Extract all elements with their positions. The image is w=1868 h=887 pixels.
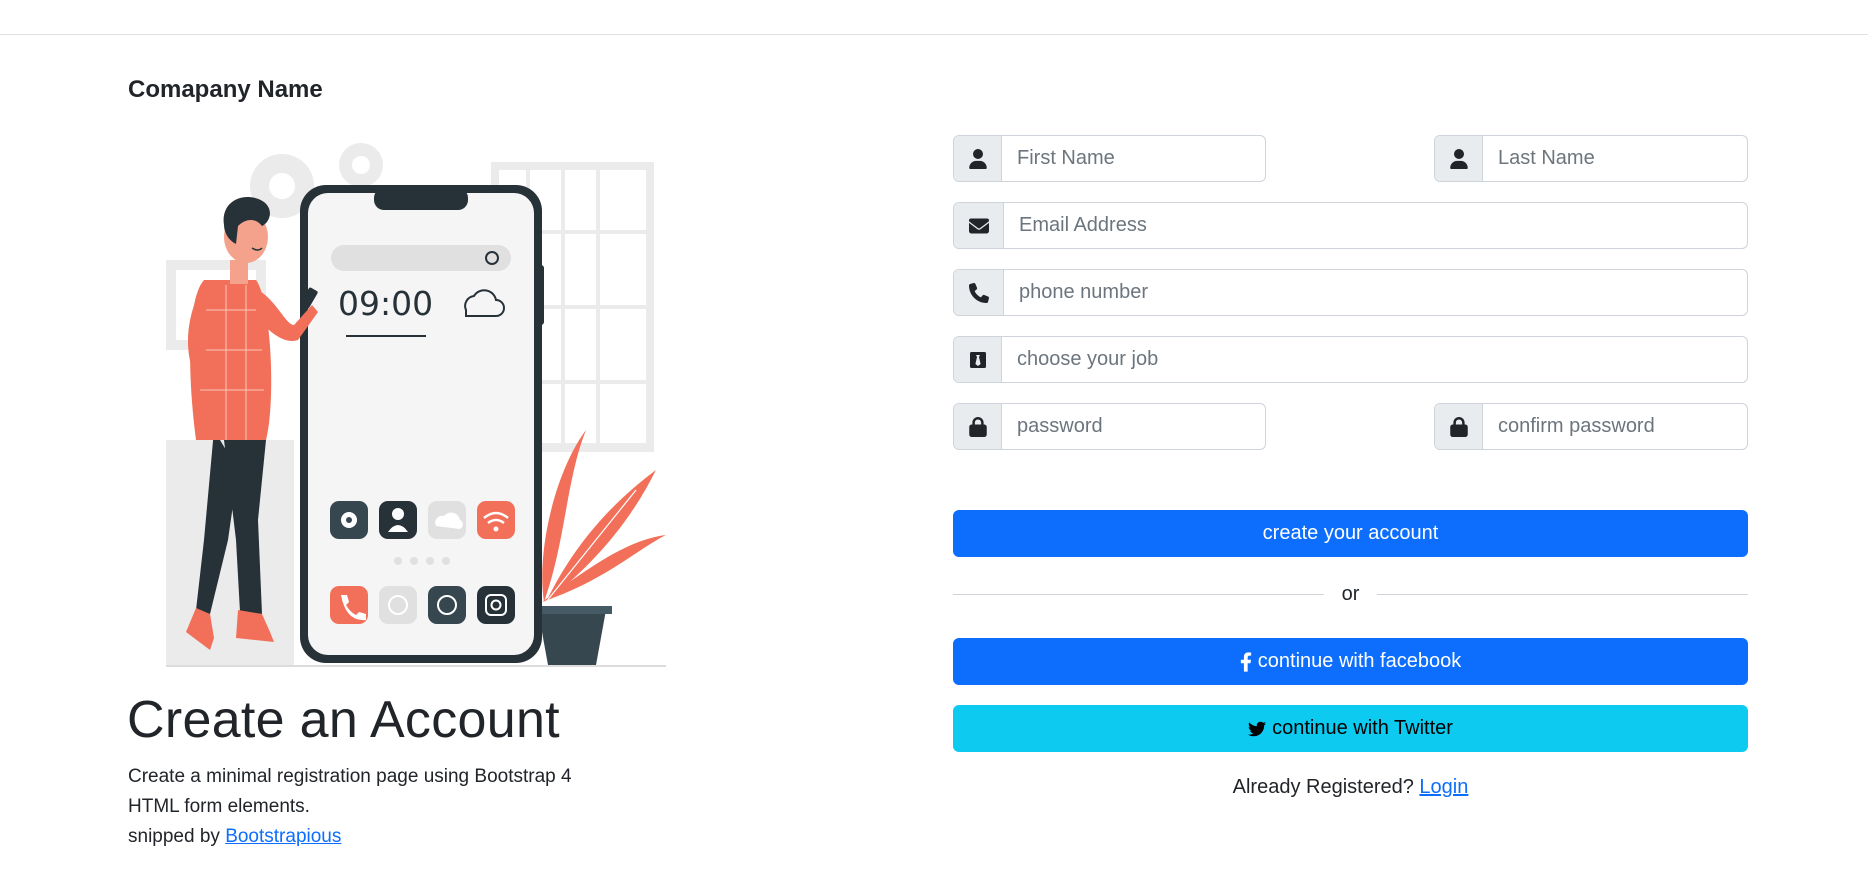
phone-clock: 09:00 <box>338 284 433 323</box>
facebook-button[interactable]: continue with facebook <box>953 638 1748 685</box>
intro-description: Create a minimal registration page using… <box>128 762 648 852</box>
phone-group <box>953 269 1748 316</box>
twitter-label: continue with Twitter <box>1272 717 1453 739</box>
first-name-input[interactable] <box>1002 136 1265 181</box>
or-divider: or <box>953 582 1749 605</box>
user-icon <box>954 136 1002 181</box>
author-link[interactable]: Bootstrapious <box>225 826 341 847</box>
user-icon <box>1435 136 1483 181</box>
twitter-icon <box>1248 721 1267 736</box>
last-name-group <box>1434 135 1748 182</box>
lock-icon <box>954 404 1002 449</box>
password-group <box>953 403 1266 450</box>
facebook-label: continue with facebook <box>1257 650 1462 672</box>
create-account-label: create your account <box>1262 522 1439 544</box>
email-input[interactable] <box>1004 203 1747 248</box>
confirm-password-group <box>1434 403 1748 450</box>
email-group <box>953 202 1748 249</box>
tie-icon <box>954 337 1002 382</box>
company-name[interactable]: Comapany Name <box>128 76 323 104</box>
or-text: or <box>1341 582 1360 605</box>
facebook-icon <box>1240 651 1251 672</box>
job-group <box>953 336 1748 383</box>
password-input[interactable] <box>1002 404 1265 449</box>
envelope-icon <box>954 203 1004 248</box>
lock-icon <box>1435 404 1483 449</box>
phone-icon <box>954 270 1004 315</box>
description-line-2: HTML form elements. <box>128 796 310 817</box>
divider-line-right <box>1377 593 1749 595</box>
login-link[interactable]: Login <box>1419 776 1468 798</box>
already-registered-text: Already Registered? <box>1232 776 1414 798</box>
divider-line-left <box>953 593 1324 595</box>
create-account-button[interactable]: create your account <box>953 510 1748 557</box>
confirm-password-input[interactable] <box>1483 404 1747 449</box>
first-name-group <box>953 135 1266 182</box>
top-navbar <box>0 0 1868 35</box>
snipped-by-text: snipped by <box>128 826 220 847</box>
last-name-input[interactable] <box>1483 136 1747 181</box>
description-line-1: Create a minimal registration page using… <box>128 766 572 787</box>
phone-input[interactable] <box>1004 270 1747 315</box>
job-select[interactable] <box>1002 337 1747 382</box>
page-title: Create an Account <box>127 691 560 749</box>
registration-illustration: 09:00 <box>166 143 666 667</box>
already-registered: Already Registered? Login <box>953 776 1748 799</box>
twitter-button[interactable]: continue with Twitter <box>953 705 1748 752</box>
